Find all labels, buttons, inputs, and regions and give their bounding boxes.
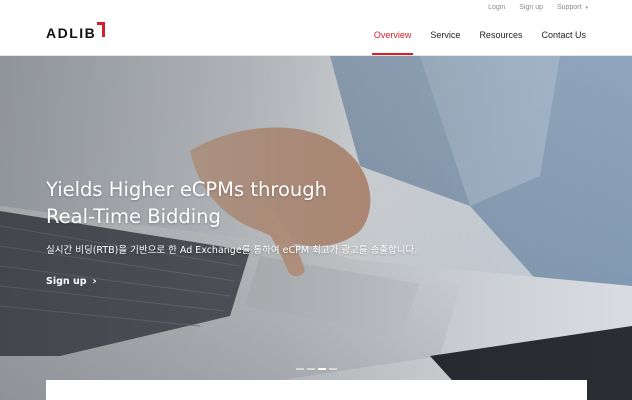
utility-bar: Login Sign up Support ▾ bbox=[0, 0, 632, 14]
hero-banner: Yields Higher eCPMs through Real-Time Bi… bbox=[0, 56, 632, 400]
slide-dot-1[interactable] bbox=[296, 368, 304, 370]
slide-indicators bbox=[296, 368, 337, 370]
hero-title: Yields Higher eCPMs through Real-Time Bi… bbox=[46, 176, 466, 230]
hero-title-line-1: Yields Higher eCPMs through bbox=[46, 178, 327, 201]
adlib-logo[interactable]: ADLIB bbox=[46, 22, 106, 42]
signup-link[interactable]: Sign up bbox=[519, 4, 543, 11]
slide-dot-2[interactable] bbox=[307, 368, 315, 370]
nav-item-service[interactable]: Service bbox=[430, 14, 460, 56]
hero-signup-button[interactable]: Sign up › bbox=[46, 276, 97, 287]
nav-item-overview[interactable]: Overview bbox=[371, 14, 413, 56]
content-card bbox=[46, 380, 587, 400]
caret-down-icon: ▾ bbox=[585, 4, 588, 11]
hero-title-line-2: Real-Time Bidding bbox=[46, 205, 221, 228]
logo-text: ADLIB bbox=[46, 25, 97, 41]
hero-signup-label: Sign up bbox=[46, 276, 87, 287]
hero-subtitle: 실시간 비딩(RTB)을 기반으로 한 Ad Exchange를 통하여 eCP… bbox=[46, 245, 418, 256]
logo-corner-mark-icon bbox=[97, 22, 106, 37]
support-label: Support bbox=[557, 3, 582, 11]
main-nav: Overview Service Resources Contact Us bbox=[371, 14, 586, 56]
nav-item-resources[interactable]: Resources bbox=[479, 14, 522, 56]
slide-dot-4[interactable] bbox=[329, 368, 337, 370]
nav-item-contact-us[interactable]: Contact Us bbox=[541, 14, 586, 56]
site-header: ADLIB Overview Service Resources Contact… bbox=[0, 14, 632, 56]
slide-dot-3[interactable] bbox=[318, 368, 326, 370]
login-link[interactable]: Login bbox=[488, 4, 505, 11]
chevron-right-icon: › bbox=[92, 276, 97, 287]
support-menu[interactable]: Support ▾ bbox=[557, 4, 588, 11]
